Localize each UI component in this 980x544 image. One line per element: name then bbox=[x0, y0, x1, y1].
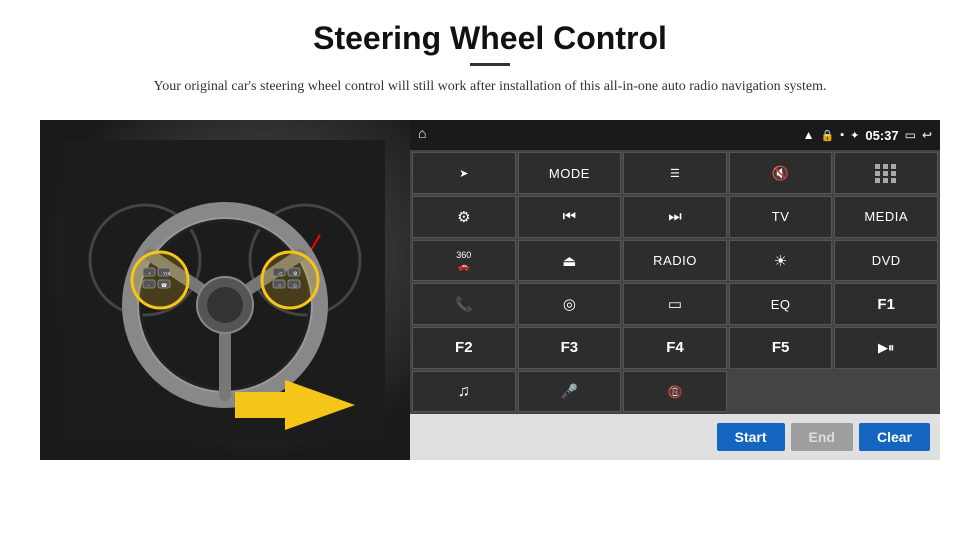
map-icon: ◎ bbox=[563, 295, 576, 313]
mode-label: MODE bbox=[549, 166, 590, 181]
btn-phone[interactable]: 📞 bbox=[412, 283, 516, 325]
btn-f3[interactable]: F3 bbox=[518, 327, 622, 369]
svg-text:VOL: VOL bbox=[163, 271, 172, 276]
menu-icon: ☰ bbox=[670, 167, 680, 180]
time-display: 05:37 bbox=[865, 128, 898, 143]
btn-radio[interactable]: RADIO bbox=[623, 240, 727, 282]
btn-f4[interactable]: F4 bbox=[623, 327, 727, 369]
btn-mode[interactable]: MODE bbox=[518, 152, 622, 194]
btn-screen[interactable]: ▭ bbox=[623, 283, 727, 325]
btn-media[interactable]: MEDIA bbox=[834, 196, 938, 238]
btn-f2[interactable]: F2 bbox=[412, 327, 516, 369]
steering-wheel-svg: RPM MPH bbox=[65, 140, 385, 440]
btn-map[interactable]: ◎ bbox=[518, 283, 622, 325]
svg-text:◁: ◁ bbox=[278, 271, 282, 277]
lock-icon: 🔒 bbox=[821, 129, 835, 142]
btn-menu[interactable]: ☰ bbox=[623, 152, 727, 194]
tv-label: TV bbox=[772, 209, 790, 224]
rewind-icon: ⏮ bbox=[563, 208, 577, 225]
btn-f5[interactable]: F5 bbox=[729, 327, 833, 369]
hangup-icon: 📵 bbox=[668, 385, 683, 399]
brightness-icon: ☀ bbox=[774, 252, 787, 270]
music-icon: ♫ bbox=[458, 383, 470, 401]
eject-icon: ⏏ bbox=[562, 252, 576, 270]
nav-icon: ➤ bbox=[459, 167, 468, 180]
start-button[interactable]: Start bbox=[717, 423, 785, 451]
subtitle: Your original car's steering wheel contr… bbox=[154, 76, 827, 98]
btn-mute[interactable]: 🔇 bbox=[729, 152, 833, 194]
status-right: ▲ 🔒 ▪ ✦ 05:37 ▭ ↩ bbox=[803, 128, 932, 143]
radio-label: RADIO bbox=[653, 253, 697, 268]
btn-settings[interactable]: ⚙ bbox=[412, 196, 516, 238]
status-left: ⌂ bbox=[418, 127, 426, 143]
phone-icon: 📞 bbox=[455, 296, 472, 313]
btn-dvd[interactable]: DVD bbox=[834, 240, 938, 282]
title-section: Steering Wheel Control Your original car… bbox=[154, 20, 827, 112]
apps-icon bbox=[875, 164, 897, 183]
btn-rewind[interactable]: ⏮ bbox=[518, 196, 622, 238]
image-area: RPM MPH bbox=[40, 120, 410, 460]
dvd-label: DVD bbox=[872, 253, 901, 268]
mute-icon: 🔇 bbox=[772, 165, 789, 182]
playpause-icon: ▶⏸ bbox=[878, 340, 895, 356]
end-button[interactable]: End bbox=[791, 423, 853, 451]
btn-eject[interactable]: ⏏ bbox=[518, 240, 622, 282]
btn-playpause[interactable]: ▶⏸ bbox=[834, 327, 938, 369]
f2-label: F2 bbox=[455, 339, 473, 356]
btn-nav[interactable]: ➤ bbox=[412, 152, 516, 194]
btn-eq[interactable]: EQ bbox=[729, 283, 833, 325]
btn-music[interactable]: ♫ bbox=[412, 371, 516, 413]
svg-text:○: ○ bbox=[278, 284, 281, 289]
head-unit: ⌂ ▲ 🔒 ▪ ✦ 05:37 ▭ ↩ ➤ MO bbox=[410, 120, 940, 460]
btn-tv[interactable]: TV bbox=[729, 196, 833, 238]
btn-forward[interactable]: ⏭ bbox=[623, 196, 727, 238]
f5-label: F5 bbox=[772, 339, 790, 356]
bluetooth-icon: ✦ bbox=[850, 129, 859, 142]
screen-icon: ▭ bbox=[905, 128, 916, 142]
mic-icon: 🎤 bbox=[561, 383, 578, 400]
settings-icon: ⚙ bbox=[457, 208, 470, 226]
svg-text:☎: ☎ bbox=[161, 283, 167, 289]
360-icon: 360🚗 bbox=[456, 250, 471, 272]
btn-mic[interactable]: 🎤 bbox=[518, 371, 622, 413]
sd-icon: ▪ bbox=[840, 129, 844, 141]
svg-text:⚙: ⚙ bbox=[293, 271, 298, 277]
btn-apps[interactable] bbox=[834, 152, 938, 194]
btn-brightness[interactable]: ☀ bbox=[729, 240, 833, 282]
f3-label: F3 bbox=[561, 339, 579, 356]
forward-icon: ⏭ bbox=[668, 208, 682, 225]
btn-360[interactable]: 360🚗 bbox=[412, 240, 516, 282]
title-divider bbox=[470, 63, 510, 66]
page-title: Steering Wheel Control bbox=[154, 20, 827, 57]
button-grid: ➤ MODE ☰ 🔇 bbox=[410, 150, 940, 414]
page-wrapper: Steering Wheel Control Your original car… bbox=[0, 0, 980, 544]
screen-rect-icon: ▭ bbox=[668, 295, 682, 313]
status-bar: ⌂ ▲ 🔒 ▪ ✦ 05:37 ▭ ↩ bbox=[410, 120, 940, 150]
f1-label: F1 bbox=[877, 296, 895, 313]
back-icon: ↩ bbox=[922, 128, 932, 142]
steering-wheel-bg: RPM MPH bbox=[40, 120, 410, 460]
svg-text:◇: ◇ bbox=[293, 283, 297, 289]
wifi-icon: ▲ bbox=[803, 128, 815, 142]
svg-text:+: + bbox=[148, 272, 151, 277]
btn-f1[interactable]: F1 bbox=[834, 283, 938, 325]
media-label: MEDIA bbox=[864, 209, 908, 224]
home-icon[interactable]: ⌂ bbox=[418, 127, 426, 143]
eq-label: EQ bbox=[771, 297, 791, 312]
btn-hangup[interactable]: 📵 bbox=[623, 371, 727, 413]
clear-button[interactable]: Clear bbox=[859, 423, 930, 451]
bottom-bar: Start End Clear bbox=[410, 414, 940, 460]
content-area: RPM MPH bbox=[40, 120, 940, 460]
f4-label: F4 bbox=[666, 339, 684, 356]
